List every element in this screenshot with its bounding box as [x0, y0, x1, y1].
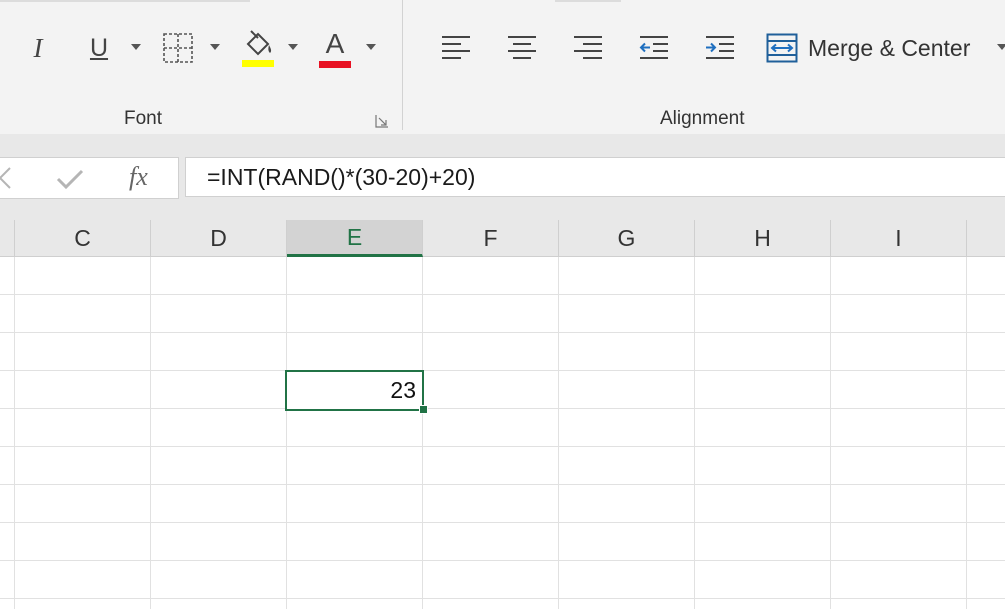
- font-color-dropdown[interactable]: [365, 42, 377, 52]
- chevron-down-icon: [288, 44, 298, 50]
- column-header-e[interactable]: E: [287, 220, 423, 257]
- dialog-launcher-icon: [375, 115, 388, 128]
- column-header-g[interactable]: G: [559, 220, 695, 257]
- alignment-group-label: Alignment: [660, 108, 745, 129]
- font-color-icon: A: [325, 27, 345, 59]
- italic-icon: I: [33, 32, 43, 63]
- column-header-h[interactable]: H: [695, 220, 831, 257]
- font-color-button[interactable]: A: [316, 26, 354, 70]
- merge-center-icon: [766, 33, 798, 63]
- checkmark-icon: [56, 169, 84, 190]
- formula-bar-area: fx =INT(RAND()*(30-20)+20): [0, 134, 1005, 220]
- column-header-d[interactable]: D: [151, 220, 287, 257]
- align-right-button[interactable]: [570, 28, 606, 68]
- grid-line: [0, 408, 1005, 409]
- align-right-icon: [574, 36, 602, 59]
- cell-grid[interactable]: [0, 257, 1005, 609]
- enter-button[interactable]: [56, 168, 84, 195]
- chevron-down-icon: [131, 44, 141, 50]
- fill-color-swatch: [242, 60, 274, 67]
- grid-line: [0, 370, 1005, 371]
- font-dialog-launcher[interactable]: [375, 114, 389, 128]
- chevron-down-icon: [366, 44, 376, 50]
- increase-indent-icon: [706, 36, 734, 59]
- underline-button[interactable]: U: [82, 28, 116, 68]
- column-header-partial[interactable]: [967, 220, 1005, 257]
- grid-line: [286, 257, 287, 609]
- borders-dropdown[interactable]: [209, 42, 221, 52]
- grid-line: [966, 257, 967, 609]
- decrease-indent-icon: [639, 36, 668, 59]
- grid-line: [0, 560, 1005, 561]
- borders-button[interactable]: [158, 28, 198, 68]
- align-center-icon: [508, 36, 536, 59]
- fill-color-button[interactable]: [238, 26, 278, 70]
- merge-center-label: Merge & Center: [808, 34, 971, 61]
- underline-dropdown[interactable]: [130, 42, 142, 52]
- grid-line: [694, 257, 695, 609]
- underline-icon: U: [89, 33, 109, 62]
- column-header-f[interactable]: F: [423, 220, 559, 257]
- chevron-down-icon: [210, 44, 220, 50]
- decrease-indent-button[interactable]: [636, 28, 672, 68]
- merge-center-dropdown[interactable]: [996, 42, 1005, 52]
- cancel-button[interactable]: [0, 167, 12, 194]
- insert-function-button[interactable]: fx: [129, 162, 148, 192]
- chevron-down-icon: [997, 44, 1005, 50]
- ribbon: I U A Font Merge & Center Alignment: [0, 0, 1005, 135]
- column-header-i[interactable]: I: [831, 220, 967, 257]
- align-left-icon: [442, 36, 470, 59]
- active-cell-e[interactable]: 23: [285, 370, 424, 411]
- borders-icon: [163, 33, 193, 63]
- fx-icon: fx: [129, 162, 148, 191]
- align-left-button[interactable]: [438, 28, 474, 68]
- grid-line: [0, 522, 1005, 523]
- fill-color-dropdown[interactable]: [287, 42, 299, 52]
- paint-bucket-icon: [242, 30, 274, 67]
- column-header-c[interactable]: C: [15, 220, 151, 257]
- column-header-partial[interactable]: [0, 220, 15, 257]
- ribbon-top-edge: [555, 0, 621, 2]
- cell-value: 23: [390, 377, 416, 403]
- italic-button[interactable]: I: [22, 28, 54, 68]
- close-icon: [0, 167, 11, 189]
- grid-line: [558, 257, 559, 609]
- align-center-button[interactable]: [504, 28, 540, 68]
- fill-handle[interactable]: [419, 405, 428, 414]
- grid-line: [150, 257, 151, 609]
- ribbon-top-edge: [0, 0, 250, 2]
- merge-center-button[interactable]: Merge & Center: [766, 28, 998, 68]
- grid-line: [830, 257, 831, 609]
- formula-input[interactable]: =INT(RAND()*(30-20)+20): [185, 157, 1005, 197]
- font-group-label: Font: [124, 108, 163, 129]
- group-separator: [402, 0, 403, 130]
- grid-line: [0, 332, 1005, 333]
- grid-line: [0, 446, 1005, 447]
- grid-line: [0, 294, 1005, 295]
- grid-line: [422, 257, 423, 609]
- grid-line: [14, 257, 15, 609]
- column-header-row: C D E F G H I: [0, 220, 1005, 257]
- grid-line: [0, 484, 1005, 485]
- formula-bar-controls: fx: [0, 157, 179, 199]
- formula-text: =INT(RAND()*(30-20)+20): [207, 163, 476, 190]
- grid-line: [0, 598, 1005, 599]
- font-color-swatch: [319, 60, 351, 68]
- increase-indent-button[interactable]: [702, 28, 738, 68]
